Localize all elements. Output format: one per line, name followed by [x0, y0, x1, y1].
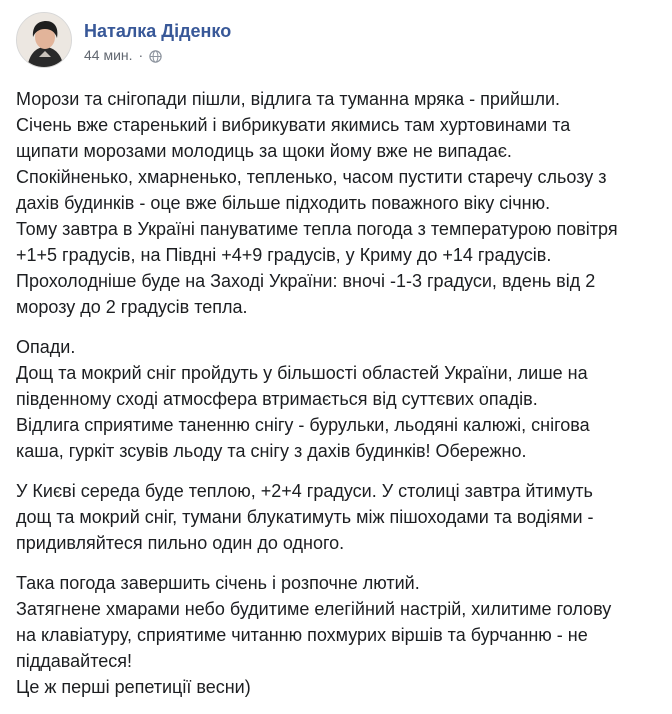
text-line: Опади. [16, 337, 76, 357]
post-paragraph-1: Морози та снігопади пішли, відлига та ту… [16, 86, 656, 320]
post-header: Наталка Діденко 44 мин. · [16, 12, 231, 72]
text-line: Спокійненько, хмарненько, тепленько, час… [16, 167, 607, 187]
post-subline: 44 мин. · [84, 46, 231, 64]
post-paragraph-3: У Києві середа буде теплою, +2+4 градуси… [16, 478, 656, 556]
text-line: Морози та снігопади пішли, відлига та ту… [16, 89, 561, 109]
author-name[interactable]: Наталка Діденко [84, 20, 231, 42]
text-line: Дощ та мокрий сніг пройдуть у більшості … [16, 363, 588, 383]
text-line: Січень вже старенький і вибрикувати яким… [16, 115, 571, 135]
post-paragraph-2: Опади. Дощ та мокрий сніг пройдуть у біл… [16, 334, 656, 464]
text-line: придивляйтеся пильно один до одного. [16, 533, 345, 553]
text-line: щипати морозами молодиць за щоки йому вж… [16, 141, 512, 161]
globe-icon[interactable] [149, 49, 162, 63]
avatar[interactable] [16, 12, 72, 68]
text-line: Така погода завершить січень і розпочне … [16, 573, 420, 593]
text-line: Відлига сприятиме таненню снігу - буруль… [16, 415, 590, 435]
post-meta: Наталка Діденко 44 мин. · [84, 12, 231, 64]
text-line: Затягнене хмарами небо будитиме елегійни… [16, 599, 612, 619]
text-line: +1+5 градусів, на Півдні +4+9 градусів, … [16, 245, 552, 265]
text-line: південному сході атмосфера втримається в… [16, 389, 538, 409]
avatar-photo [17, 13, 71, 67]
text-line: дощ та мокрий сніг, тумани блукатимуть м… [16, 507, 594, 527]
text-line: У Києві середа буде теплою, +2+4 градуси… [16, 481, 593, 501]
text-line: піддавайтеся! [16, 651, 132, 671]
text-line: на клавіатуру, сприятиме читанню похмури… [16, 625, 588, 645]
text-line: каша, гуркіт зсувів льоду та снігу з дах… [16, 441, 527, 461]
text-line: дахів будинків - оце вже більше підходит… [16, 193, 551, 213]
post-timestamp[interactable]: 44 мин. [84, 46, 133, 64]
post-paragraph-4: Така погода завершить січень і розпочне … [16, 570, 656, 700]
separator-dot: · [138, 47, 144, 63]
text-line: Це ж перші репетиції весни) [16, 677, 251, 697]
facebook-post: Наталка Діденко 44 мин. · Морози та сніг… [0, 0, 672, 697]
text-line: Прохолодніше буде на Заході України: вно… [16, 271, 596, 291]
post-text: Морози та снігопади пішли, відлига та ту… [16, 86, 656, 714]
text-line: Тому завтра в Україні пануватиме тепла п… [16, 219, 618, 239]
text-line: морозу до 2 градусів тепла. [16, 297, 248, 317]
